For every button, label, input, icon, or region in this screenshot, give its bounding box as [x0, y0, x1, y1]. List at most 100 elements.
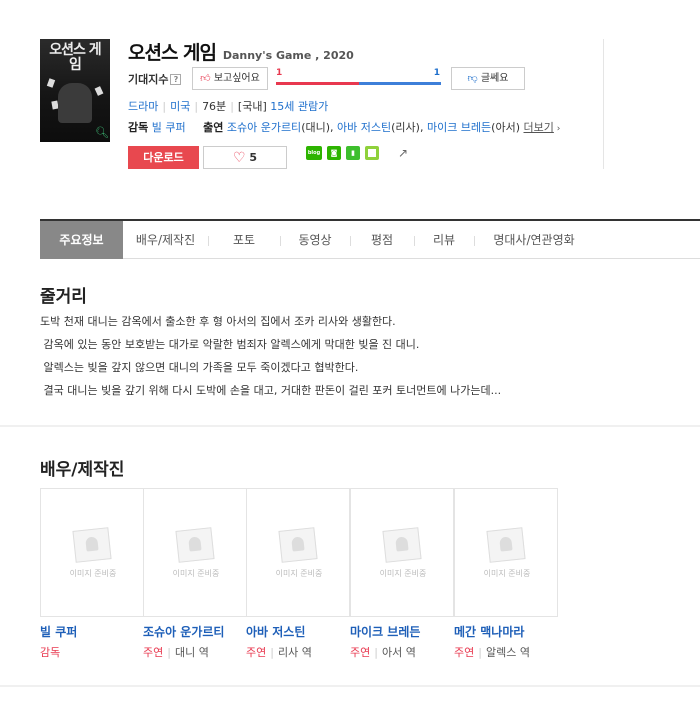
- movie-meta: 드라마 | 미국 | 76분 | [국내] 15세 관람가: [128, 98, 328, 114]
- help-icon[interactable]: ?: [170, 74, 182, 85]
- role-kind: 감독: [40, 646, 61, 659]
- want-to-see-button[interactable]: 👍︎ 보고싶어요: [192, 67, 268, 90]
- expectation-bar: 1 1: [276, 68, 441, 88]
- poster-figure: [58, 83, 92, 123]
- synopsis-line: 감옥에 있는 동안 보호받는 대가로 악랄한 범죄자 알렉스에게 막대한 빚을 …: [40, 338, 420, 351]
- person-placeholder-icon: [486, 527, 526, 563]
- poster-card-decoration: [94, 86, 104, 96]
- download-button[interactable]: 다운로드: [128, 146, 199, 169]
- role-divider: |: [478, 646, 482, 659]
- role-name: 알렉스 역: [485, 646, 530, 659]
- tab-quotes-related[interactable]: 명대사/연관영화: [474, 221, 594, 259]
- bookmark-icon[interactable]: ▮: [346, 146, 360, 160]
- tab-label: 평점: [370, 233, 394, 247]
- title-row: 오션스 게임 Danny's Game , 2020: [128, 38, 354, 65]
- cast-link-3[interactable]: 마이크 브레든: [427, 121, 491, 134]
- person-photo-placeholder[interactable]: 이미지 준비중: [246, 488, 350, 617]
- cast-role-2: (리사),: [391, 121, 424, 134]
- tab-divider: [474, 236, 475, 246]
- tab-divider: [280, 236, 281, 246]
- more-cast-link[interactable]: 더보기: [524, 121, 554, 134]
- blog-icon[interactable]: blog: [306, 146, 322, 160]
- person-photo-placeholder[interactable]: 이미지 준비중: [454, 488, 558, 617]
- movie-title: 오션스 게임: [128, 42, 217, 64]
- cast-card[interactable]: 이미지 준비중 아바 저스틴 주연 | 리사 역: [246, 488, 350, 660]
- like-button[interactable]: ♡ 5: [203, 146, 287, 169]
- role-divider: |: [167, 646, 171, 659]
- credits-line: 감독 빌 쿠퍼 출연 조슈아 운가르티(대니), 아바 저스틴(리사), 마이크…: [128, 119, 560, 135]
- rating-prefix: [국내]: [237, 100, 267, 113]
- poster-title: 오션스 게임: [49, 42, 101, 73]
- meta-divider: |: [162, 100, 167, 113]
- person-placeholder-icon: [175, 527, 215, 563]
- square-icon[interactable]: [365, 146, 379, 160]
- role-name: 대니 역: [174, 646, 209, 659]
- role-divider: |: [270, 646, 274, 659]
- person-name[interactable]: 아바 저스틴: [246, 623, 350, 640]
- cast-heading: 배우/제작진: [40, 460, 125, 480]
- cast-card[interactable]: 이미지 준비중 빌 쿠퍼 감독: [40, 488, 144, 660]
- rating-link[interactable]: 15세 관람가: [270, 100, 328, 113]
- meh-button[interactable]: 👎︎ 글쎄요: [451, 67, 525, 90]
- header-divider: [603, 39, 604, 169]
- person-placeholder-icon: [382, 527, 422, 563]
- tab-label: 배우/제작진: [135, 233, 196, 247]
- meta-divider: |: [194, 100, 199, 113]
- role-kind: 주연: [246, 646, 267, 659]
- synopsis-line: 결국 대니는 빚을 갚기 위해 다시 도박에 손을 대고, 거대한 판돈이 걸린…: [40, 384, 502, 397]
- tab-label: 리뷰: [432, 233, 456, 247]
- expectation-label-text: 기대지수: [128, 73, 169, 86]
- meh-label: 글쎄요: [480, 73, 509, 84]
- person-photo-placeholder[interactable]: 이미지 준비중: [40, 488, 144, 617]
- tab-bar: 주요정보 배우/제작진 포토 동영상 평점 리뷰 명대사/연관영화: [40, 219, 700, 259]
- cast-card[interactable]: 이미지 준비중 메간 맥나마라 주연 | 알렉스 역: [454, 488, 558, 660]
- person-name[interactable]: 조슈아 운가르티: [143, 623, 247, 640]
- genre-link[interactable]: 드라마: [128, 100, 158, 113]
- role-kind: 주연: [350, 646, 371, 659]
- meta-divider: |: [230, 100, 234, 113]
- cast-role-1: (대니),: [301, 121, 334, 134]
- person-photo-placeholder[interactable]: 이미지 준비중: [350, 488, 454, 617]
- poster-card-decoration: [46, 78, 56, 88]
- tab-rating[interactable]: 평점: [350, 221, 414, 259]
- cast-link-2[interactable]: 아바 저스틴: [337, 121, 391, 134]
- cast-card[interactable]: 이미지 준비중 조슈아 운가르티 주연 | 대니 역: [143, 488, 247, 660]
- person-name[interactable]: 마이크 브레든: [350, 623, 454, 640]
- share-icon[interactable]: ↗: [398, 146, 414, 160]
- movie-title-en: Danny's Game , 2020: [222, 49, 354, 62]
- tab-label: 명대사/연관영화: [493, 233, 575, 247]
- person-placeholder-icon: [278, 527, 318, 563]
- director-link[interactable]: 빌 쿠퍼: [152, 121, 186, 134]
- zoom-icon[interactable]: 🔍︎: [95, 127, 109, 139]
- heart-icon: ♡: [232, 150, 246, 166]
- director-label: 감독: [128, 121, 149, 134]
- cast-label: 출연: [203, 121, 224, 134]
- placeholder-text: 이미지 준비중: [172, 569, 220, 578]
- tab-review[interactable]: 리뷰: [414, 221, 474, 259]
- tab-divider: [414, 236, 415, 246]
- chat-icon[interactable]: ◙: [327, 146, 341, 160]
- cast-link-1[interactable]: 조슈아 운가르티: [227, 121, 301, 134]
- tab-divider: [208, 236, 209, 246]
- want-count: 1: [276, 68, 283, 78]
- person-name[interactable]: 메간 맥나마라: [454, 623, 558, 640]
- role-name: 리사 역: [277, 646, 312, 659]
- cast-card[interactable]: 이미지 준비중 마이크 브레든 주연 | 아서 역: [350, 488, 454, 660]
- movie-poster[interactable]: 오션스 게임 🔍︎: [40, 39, 110, 142]
- country-link[interactable]: 미국: [170, 100, 190, 113]
- person-photo-placeholder[interactable]: 이미지 준비중: [143, 488, 247, 617]
- person-name[interactable]: 빌 쿠퍼: [40, 623, 144, 640]
- tab-video[interactable]: 동영상: [280, 221, 350, 259]
- tab-main-info[interactable]: 주요정보: [40, 221, 123, 259]
- want-to-see-label: 보고싶어요: [213, 73, 260, 84]
- placeholder-text: 이미지 준비중: [275, 569, 323, 578]
- role-kind: 주연: [454, 646, 475, 659]
- tab-photo[interactable]: 포토: [208, 221, 280, 259]
- thumbs-down-icon: 👎︎: [467, 73, 478, 84]
- placeholder-text: 이미지 준비중: [69, 569, 117, 578]
- role-name: 아서 역: [381, 646, 416, 659]
- meh-count: 1: [433, 68, 440, 78]
- tab-cast-crew[interactable]: 배우/제작진: [123, 221, 208, 259]
- placeholder-text: 이미지 준비중: [483, 569, 531, 578]
- person-placeholder-icon: [72, 527, 112, 563]
